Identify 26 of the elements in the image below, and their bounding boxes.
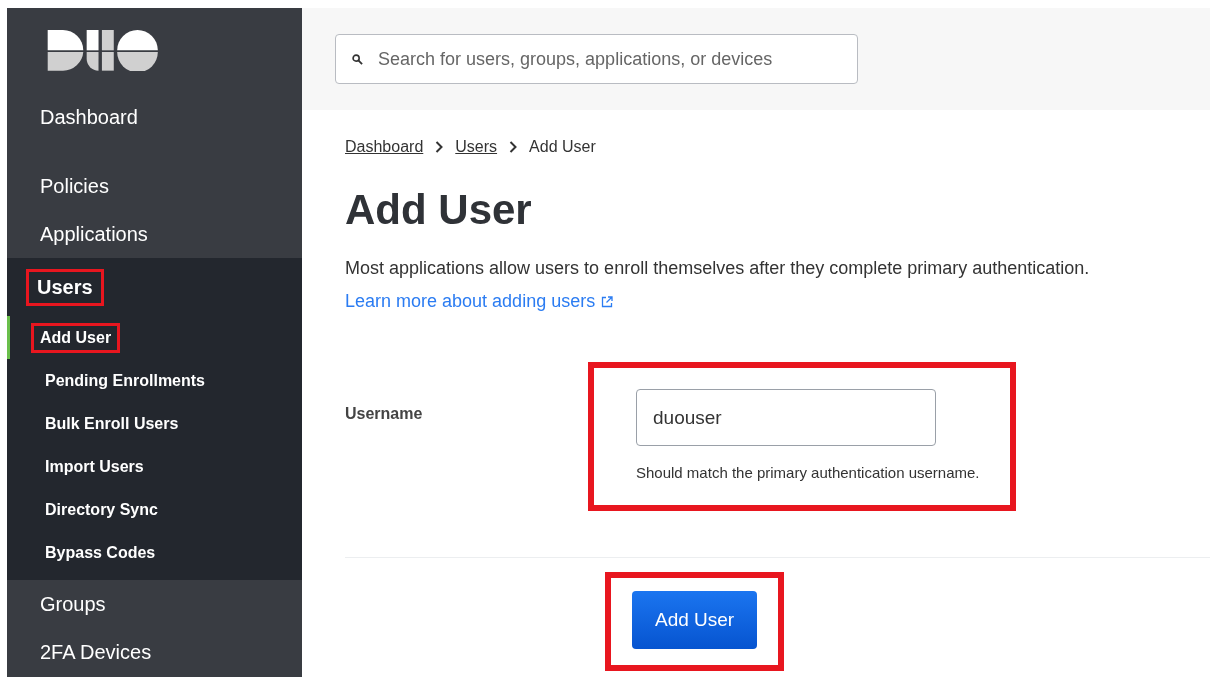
page-title: Add User [345,186,533,234]
chevron-icon [435,141,444,153]
nav-subitem[interactable]: Pending Enrollments [40,365,210,396]
external-link-icon [601,295,614,308]
nav-item[interactable]: 2FA Devices [35,634,157,672]
nav-item[interactable]: Dashboard [35,99,143,137]
nav-subitem[interactable]: Import Users [40,451,149,482]
nav-item[interactable]: Users [26,268,104,306]
breadcrumb-link[interactable]: Users [455,138,498,156]
search-field[interactable]: Search for users, groups, applications, or devices [335,34,858,84]
nav-item[interactable]: Groups [35,586,111,624]
field-label: Username [345,405,424,423]
nav-subitem[interactable]: Bypass Codes [40,537,161,568]
learn-more-link[interactable]: Learn more about adding users [345,291,596,312]
username-field[interactable]: duouser [636,389,936,446]
chevron-icon [509,141,518,153]
breadcrumb-current: Add User [529,138,596,156]
add-user-button[interactable]: Add User [632,591,758,649]
breadcrumb-link[interactable]: Dashboard [345,138,424,156]
nav-subitem[interactable]: Add User [31,322,121,353]
nav-item[interactable]: Applications [35,215,153,253]
description: Most applications allow users to enroll themselves after they complete primary authentication. [345,258,1091,279]
field-hint: Should match the primary authentication username. [636,464,980,481]
nav-item[interactable]: Policies [35,167,114,205]
nav-subitem[interactable]: Directory Sync [40,494,163,525]
nav-subitem[interactable]: Bulk Enroll Users [40,408,184,439]
